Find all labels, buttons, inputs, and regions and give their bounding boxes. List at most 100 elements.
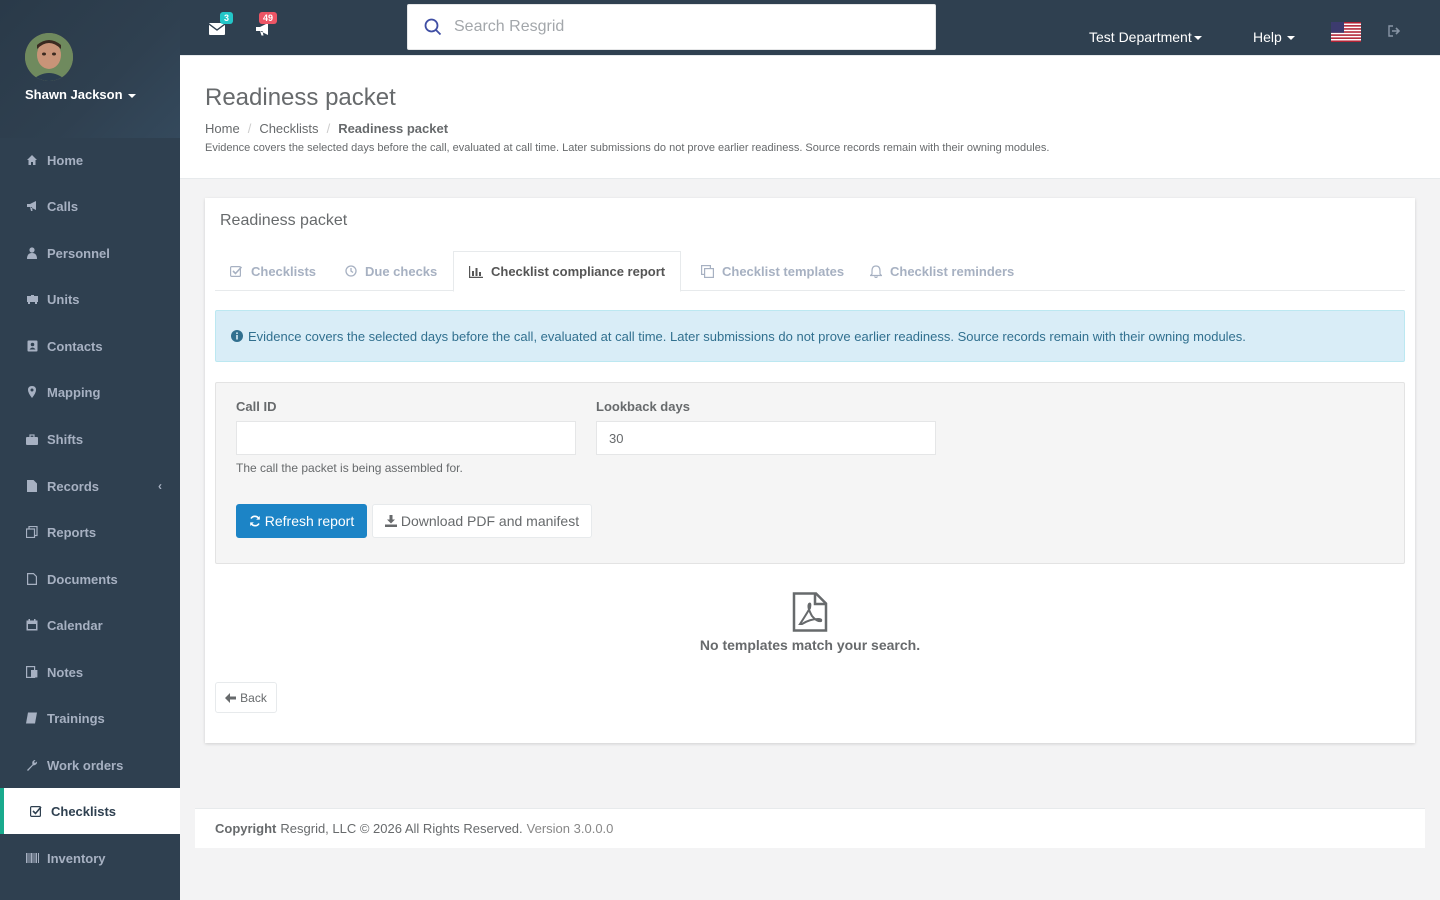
footer-copyright-bold: Copyright — [215, 821, 277, 836]
sidebar-item-calendar[interactable]: Calendar — [0, 602, 180, 648]
search-bar — [407, 4, 936, 50]
download-pdf-button[interactable]: Download PDF and manifest — [372, 504, 592, 538]
sidebar-item-trainings[interactable]: Trainings — [0, 695, 180, 741]
profile-name[interactable]: Shawn Jackson — [25, 87, 136, 102]
check-square-icon — [29, 804, 43, 818]
alerts-count-badge: 49 — [259, 12, 278, 24]
sign-out-icon — [1388, 25, 1401, 37]
file-pdf-icon — [792, 592, 828, 635]
back-button[interactable]: Back — [215, 682, 277, 713]
breadcrumb-separator: / — [247, 121, 252, 136]
messages-button[interactable]: 3 — [208, 12, 234, 38]
report-form: Call ID The call the packet is being ass… — [215, 382, 1405, 564]
tab-label: Checklists — [251, 263, 317, 279]
refresh-icon — [249, 515, 261, 527]
help-dropdown[interactable]: Help — [1253, 29, 1295, 45]
tab-checklist-templates[interactable]: Checklist templates — [686, 251, 859, 291]
empty-state-text: No templates match your search. — [699, 637, 921, 653]
lookback-days-label: Lookback days — [596, 399, 690, 414]
sidebar-item-notes[interactable]: Notes — [0, 649, 180, 695]
sidebar-item-units[interactable]: Units — [0, 276, 180, 322]
sidebar-item-label: Documents — [47, 571, 118, 587]
refresh-report-label: Refresh report — [264, 513, 355, 529]
sidebar-item-shifts[interactable]: Shifts — [0, 416, 180, 462]
sidebar-item-home[interactable]: Home — [0, 137, 180, 183]
info-alert: Evidence covers the selected days before… — [215, 310, 1405, 362]
department-dropdown[interactable]: Test Department — [1089, 29, 1202, 45]
sidebar-item-label: Records — [47, 478, 100, 494]
sidebar-item-mapping[interactable]: Mapping — [0, 369, 180, 415]
sidebar-item-label: Calls — [47, 198, 79, 214]
sidebar-item-label: Contacts — [47, 338, 103, 354]
sidebar-item-personnel[interactable]: Personnel — [0, 230, 180, 276]
sidebar-item-calls[interactable]: Calls — [0, 183, 180, 229]
download-pdf-label: Download PDF and manifest — [400, 513, 580, 529]
sidebar-item-label: Personnel — [47, 245, 110, 261]
lookback-days-input[interactable] — [596, 421, 936, 455]
profile-header: Shawn Jackson — [0, 0, 180, 138]
home-icon — [25, 153, 39, 167]
info-circle-icon — [231, 330, 243, 342]
bullhorn-icon — [256, 23, 268, 36]
back-label: Back — [240, 690, 267, 705]
breadcrumb-home[interactable]: Home — [205, 121, 240, 136]
sidebar-item-inventory[interactable]: Inventory — [0, 835, 180, 881]
sidebar-item-label: Home — [47, 152, 84, 168]
document-icon — [25, 572, 39, 586]
tab-bar: Checklists Due checks Checklist complian… — [215, 251, 1405, 292]
chevron-left-icon: ‹ — [158, 479, 162, 493]
tab-checklist-compliance-report[interactable]: Checklist compliance report — [453, 251, 682, 292]
sidebar-item-checklists[interactable]: Checklists — [0, 788, 180, 834]
sidebar-item-label: Shifts — [47, 431, 84, 447]
footer: Copyright Resgrid, LLC © 2026 All Rights… — [195, 808, 1425, 848]
sidebar-item-label: Work orders — [47, 757, 124, 773]
breadcrumb-separator: / — [326, 121, 331, 136]
tab-label: Checklist templates — [722, 263, 845, 279]
sidebar-item-label: Reports — [47, 524, 97, 540]
caret-down-icon — [1193, 36, 1202, 41]
sidebar-item-label: Trainings — [47, 710, 105, 726]
arrow-left-icon — [225, 692, 237, 703]
readiness-panel: Readiness packet Checklists Due checks C… — [205, 198, 1415, 743]
tab-due-checks[interactable]: Due checks — [330, 251, 452, 291]
briefcase-icon — [25, 432, 39, 446]
heading-note: Evidence covers the selected days before… — [205, 142, 1050, 154]
call-id-input[interactable] — [236, 421, 576, 455]
alerts-button[interactable]: 49 — [255, 12, 278, 38]
footer-copyright: Resgrid, LLC © 2026 All Rights Reserved. — [280, 821, 523, 836]
refresh-report-button[interactable]: Refresh report — [236, 504, 367, 538]
us-flag-icon[interactable] — [1331, 22, 1361, 42]
profile-name-label: Shawn Jackson — [25, 87, 123, 102]
clock-icon — [345, 265, 357, 277]
breadcrumb-current: Readiness packet — [338, 121, 449, 136]
help-label: Help — [1253, 29, 1282, 45]
report-icon — [25, 525, 39, 539]
page-heading: Readiness packet Home / Checklists / Readine… — [180, 56, 1440, 179]
bullhorn-icon — [25, 199, 39, 213]
tab-checklists[interactable]: Checklists — [215, 251, 331, 291]
sidebar-item-label: Inventory — [47, 850, 106, 866]
tab-label: Checklist compliance report — [491, 264, 666, 279]
book-icon — [25, 711, 39, 725]
sidebar-item-work-orders[interactable]: Work orders — [0, 742, 180, 788]
avatar[interactable] — [25, 33, 73, 81]
search-icon — [424, 18, 442, 36]
logout-button[interactable] — [1388, 25, 1401, 40]
sidebar-item-contacts[interactable]: Contacts — [0, 323, 180, 369]
page-title: Readiness packet — [205, 84, 396, 111]
barcode-icon — [25, 851, 39, 865]
call-id-label: Call ID — [236, 399, 277, 414]
bar-chart-icon — [469, 265, 483, 278]
breadcrumb-checklists[interactable]: Checklists — [259, 121, 318, 136]
sidebar-item-documents[interactable]: Documents — [0, 556, 180, 602]
caret-down-icon — [1286, 36, 1295, 41]
file-icon — [25, 479, 39, 493]
search-input[interactable] — [454, 18, 894, 36]
sidebar-item-reports[interactable]: Reports — [0, 509, 180, 555]
tab-checklist-reminders[interactable]: Checklist reminders — [855, 251, 1029, 291]
caret-down-icon — [127, 93, 136, 98]
notes-icon — [25, 665, 39, 679]
wrench-icon — [25, 758, 39, 772]
sidebar-item-records[interactable]: Records ‹ — [0, 463, 180, 509]
bell-icon — [870, 264, 882, 278]
